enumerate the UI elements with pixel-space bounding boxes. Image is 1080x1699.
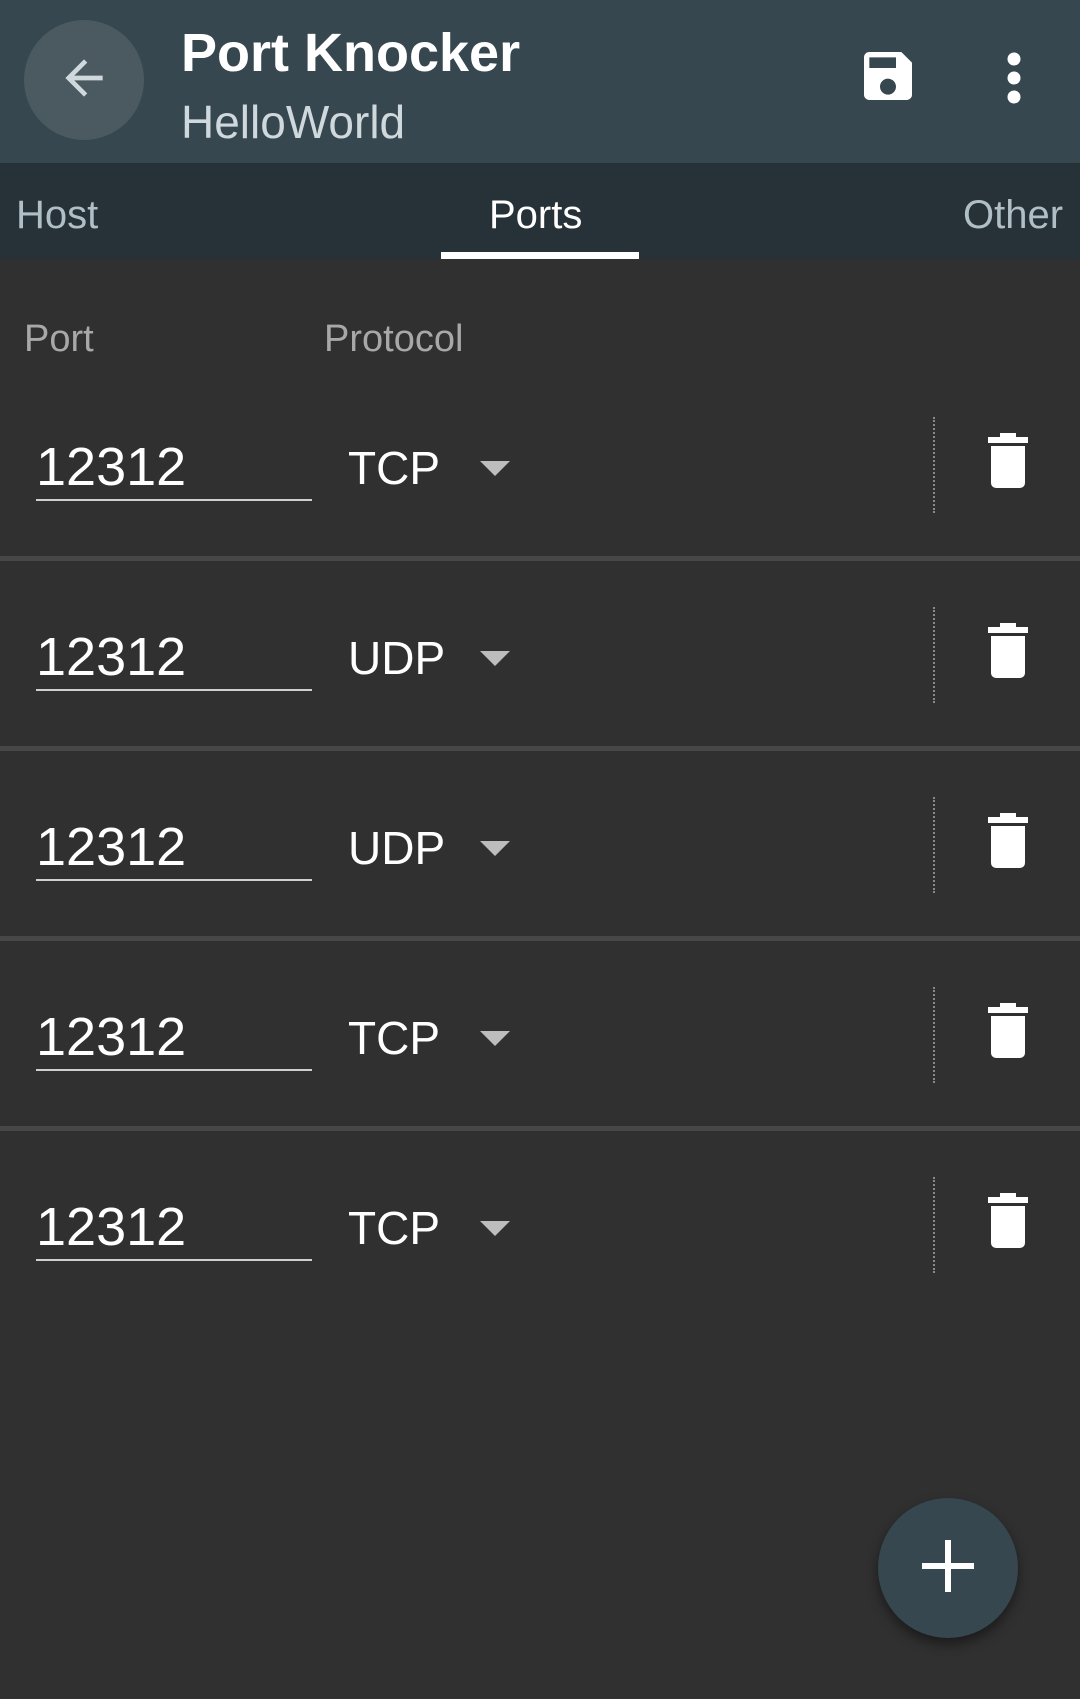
tab-ports[interactable]: Ports [489,163,582,259]
delete-port-button[interactable] [978,811,1038,875]
protocol-dropdown[interactable]: UDP [348,625,528,691]
divider [933,1177,935,1273]
row-separator [0,936,1080,941]
page-title: Port Knocker [181,23,521,83]
row-separator [0,1126,1080,1131]
arrow-drop-down-icon [480,840,510,856]
protocol-dropdown[interactable]: TCP [348,1005,528,1071]
protocol-value: UDP [348,822,446,874]
protocol-value: TCP [348,1012,440,1064]
row-separator [0,556,1080,561]
delete-port-button[interactable] [978,1001,1038,1065]
divider [933,987,935,1083]
arrow-drop-down-icon [480,650,510,666]
trash-icon [988,622,1028,684]
port-column-header: Port [24,318,94,360]
plus-icon [922,1539,974,1597]
trash-icon [988,1192,1028,1254]
more-vert-icon [1004,50,1024,111]
divider [933,607,935,703]
trash-icon [988,432,1028,494]
trash-icon [988,812,1028,874]
floppy-disk-icon [856,44,920,113]
protocol-dropdown[interactable]: TCP [348,435,528,501]
more-options-button[interactable] [990,45,1038,115]
divider [933,417,935,513]
port-input[interactable] [36,1005,312,1071]
protocol-value: TCP [348,1202,440,1254]
port-input[interactable] [36,1195,312,1261]
app-bar: Port Knocker HelloWorld [0,0,1080,163]
arrow-drop-down-icon [480,1220,510,1236]
tab-host[interactable]: Host [16,163,98,259]
back-button[interactable] [24,20,144,140]
protocol-column-header: Protocol [324,318,464,360]
save-button[interactable] [855,45,921,111]
arrow-drop-down-icon [480,460,510,476]
port-input[interactable] [36,625,312,691]
port-input[interactable] [36,815,312,881]
protocol-dropdown[interactable]: UDP [348,815,528,881]
protocol-dropdown[interactable]: TCP [348,1195,528,1261]
port-input[interactable] [36,435,312,501]
arrow-back-icon [56,50,112,111]
port-row: TCP [0,1155,1080,1345]
arrow-drop-down-icon [480,1030,510,1046]
delete-port-button[interactable] [978,621,1038,685]
tab-bar: Host Ports Other [0,163,1080,259]
tab-other[interactable]: Other [963,163,1063,259]
delete-port-button[interactable] [978,1191,1038,1255]
active-tab-indicator [441,252,639,259]
protocol-value: TCP [348,442,440,494]
page-subtitle: HelloWorld [181,96,406,148]
delete-port-button[interactable] [978,431,1038,495]
trash-icon [988,1002,1028,1064]
row-separator [0,746,1080,751]
divider [933,797,935,893]
add-port-button[interactable] [878,1498,1018,1638]
protocol-value: UDP [348,632,446,684]
